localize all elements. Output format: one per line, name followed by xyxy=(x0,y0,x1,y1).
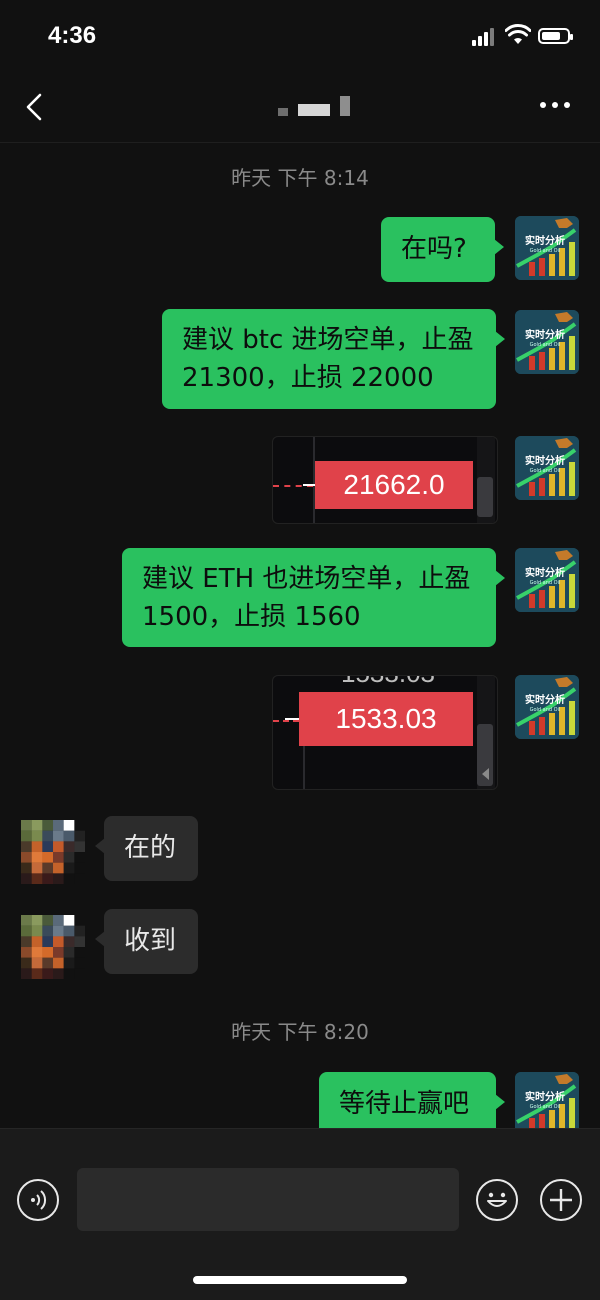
svg-text:实时分析: 实时分析 xyxy=(525,328,565,341)
price-label: 21662.0 xyxy=(343,469,445,500)
message-text: 等待止赢吧 xyxy=(339,1089,470,1119)
message-text: 建议 btc 进场空单，止盈 21300，止损 22000 xyxy=(182,325,474,393)
svg-text:Gold and Oil: Gold and Oil xyxy=(530,248,561,254)
chart-image-btc[interactable]: 21662.0 xyxy=(272,436,498,524)
svg-text:Gold and Oil: Gold and Oil xyxy=(530,468,561,474)
battery-icon xyxy=(538,28,573,44)
svg-text:实时分析: 实时分析 xyxy=(525,693,565,706)
chart-image-eth[interactable]: 1533.03 1533.03 xyxy=(272,675,498,790)
svg-text:Gold and Oil: Gold and Oil xyxy=(530,1104,561,1110)
message-bubble-received[interactable]: 收到 xyxy=(95,909,198,974)
voice-icon[interactable] xyxy=(17,1179,59,1221)
avatar-self[interactable]: 实时分析Gold and Oil xyxy=(515,436,579,500)
more-dots-icon[interactable] xyxy=(538,100,572,110)
svg-text:Gold and Oil: Gold and Oil xyxy=(530,342,561,348)
message-bubble-sent[interactable]: 在吗? xyxy=(381,217,504,282)
svg-text:Gold and Oil: Gold and Oil xyxy=(530,707,561,713)
message-text: 建议 ETH 也进场空单，止盈 1500，止损 1560 xyxy=(142,564,471,632)
svg-text:实时分析: 实时分析 xyxy=(525,1090,565,1103)
wifi-icon xyxy=(505,24,531,44)
chevron-left-icon[interactable] xyxy=(22,92,48,122)
home-indicator xyxy=(193,1276,407,1284)
svg-text:实时分析: 实时分析 xyxy=(525,454,565,467)
chevron-left-icon xyxy=(482,768,489,780)
avatar-self[interactable]: 实时分析Gold and Oil xyxy=(515,310,579,374)
message-input[interactable] xyxy=(77,1168,459,1231)
timestamp: 昨天 下午 8:14 xyxy=(231,166,369,190)
message-bubble-sent[interactable]: 建议 ETH 也进场空单，止盈 1500，止损 1560 xyxy=(122,548,505,647)
svg-text:Gold and Oil: Gold and Oil xyxy=(530,580,561,586)
cellular-signal-icon xyxy=(472,28,496,46)
timestamp: 昨天 下午 8:20 xyxy=(231,1020,369,1044)
avatar-self[interactable]: 实时分析Gold and Oil xyxy=(515,548,579,612)
message-text: 收到 xyxy=(124,926,177,956)
message-bubble-received[interactable]: 在的 xyxy=(95,816,198,881)
message-bubble-sent[interactable]: 建议 btc 进场空单，止盈 21300，止损 22000 xyxy=(162,309,505,409)
price-label: 1533.03 xyxy=(335,703,437,734)
svg-text:实时分析: 实时分析 xyxy=(525,566,565,579)
status-time: 4:36 xyxy=(48,22,97,49)
svg-text:实时分析: 实时分析 xyxy=(525,234,565,247)
avatar-self[interactable]: 实时分析Gold and Oil xyxy=(515,1072,579,1136)
avatar-other[interactable] xyxy=(21,915,85,979)
avatar-self[interactable]: 实时分析Gold and Oil xyxy=(515,216,579,280)
price-label-partial: 1533.03 xyxy=(313,676,463,689)
plus-icon[interactable] xyxy=(540,1179,582,1221)
message-text: 在吗? xyxy=(401,234,467,264)
avatar-self[interactable]: 实时分析Gold and Oil xyxy=(515,675,579,739)
message-text: 在的 xyxy=(124,833,177,863)
avatar-other[interactable] xyxy=(21,820,85,884)
emoji-icon[interactable] xyxy=(476,1179,518,1221)
chat-title-redacted xyxy=(278,96,358,118)
